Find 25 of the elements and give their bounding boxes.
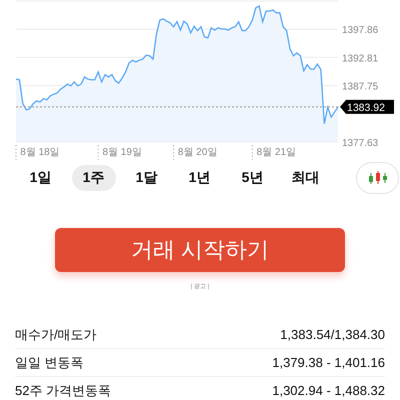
range-tab[interactable]: 최대 — [284, 165, 328, 191]
stat-value: 1,302.94 - 1,488.32 — [272, 383, 385, 398]
range-tab[interactable]: 1달 — [124, 165, 168, 191]
stat-label: 매수가/매도가 — [15, 326, 97, 344]
stat-label: 일일 변동폭 — [15, 354, 84, 372]
range-tab[interactable]: 1년 — [178, 165, 222, 191]
axis-label: 8월 20일 — [178, 147, 218, 158]
start-trading-button[interactable]: 거래 시작하기 — [55, 228, 345, 272]
range-tab[interactable]: 1일 — [18, 165, 62, 191]
stat-value: 1,379.38 - 1,401.16 — [272, 355, 385, 370]
axis-label: 8월 21일 — [256, 147, 296, 158]
price-tag: 1383.92 — [340, 100, 394, 114]
chart-type-button[interactable] — [356, 162, 399, 194]
axis-label: 1387.75 — [342, 82, 378, 93]
ref-line-label: 1383.92 — [347, 102, 386, 114]
range-tab[interactable]: 5년 — [230, 165, 274, 191]
axis-label: 8월 18일 — [20, 147, 60, 158]
axis-label: 1397.86 — [342, 25, 378, 36]
candlestick-icon — [368, 171, 388, 185]
stat-value: 1,383.54/1,384.30 — [280, 327, 385, 342]
range-tab[interactable]: 1주 — [72, 165, 116, 191]
axis-label: 1377.63 — [342, 138, 378, 149]
axis-label: 8월 19일 — [102, 147, 142, 158]
axis-label: 1392.81 — [342, 53, 378, 64]
stat-label: 52주 가격변동폭 — [15, 382, 112, 400]
